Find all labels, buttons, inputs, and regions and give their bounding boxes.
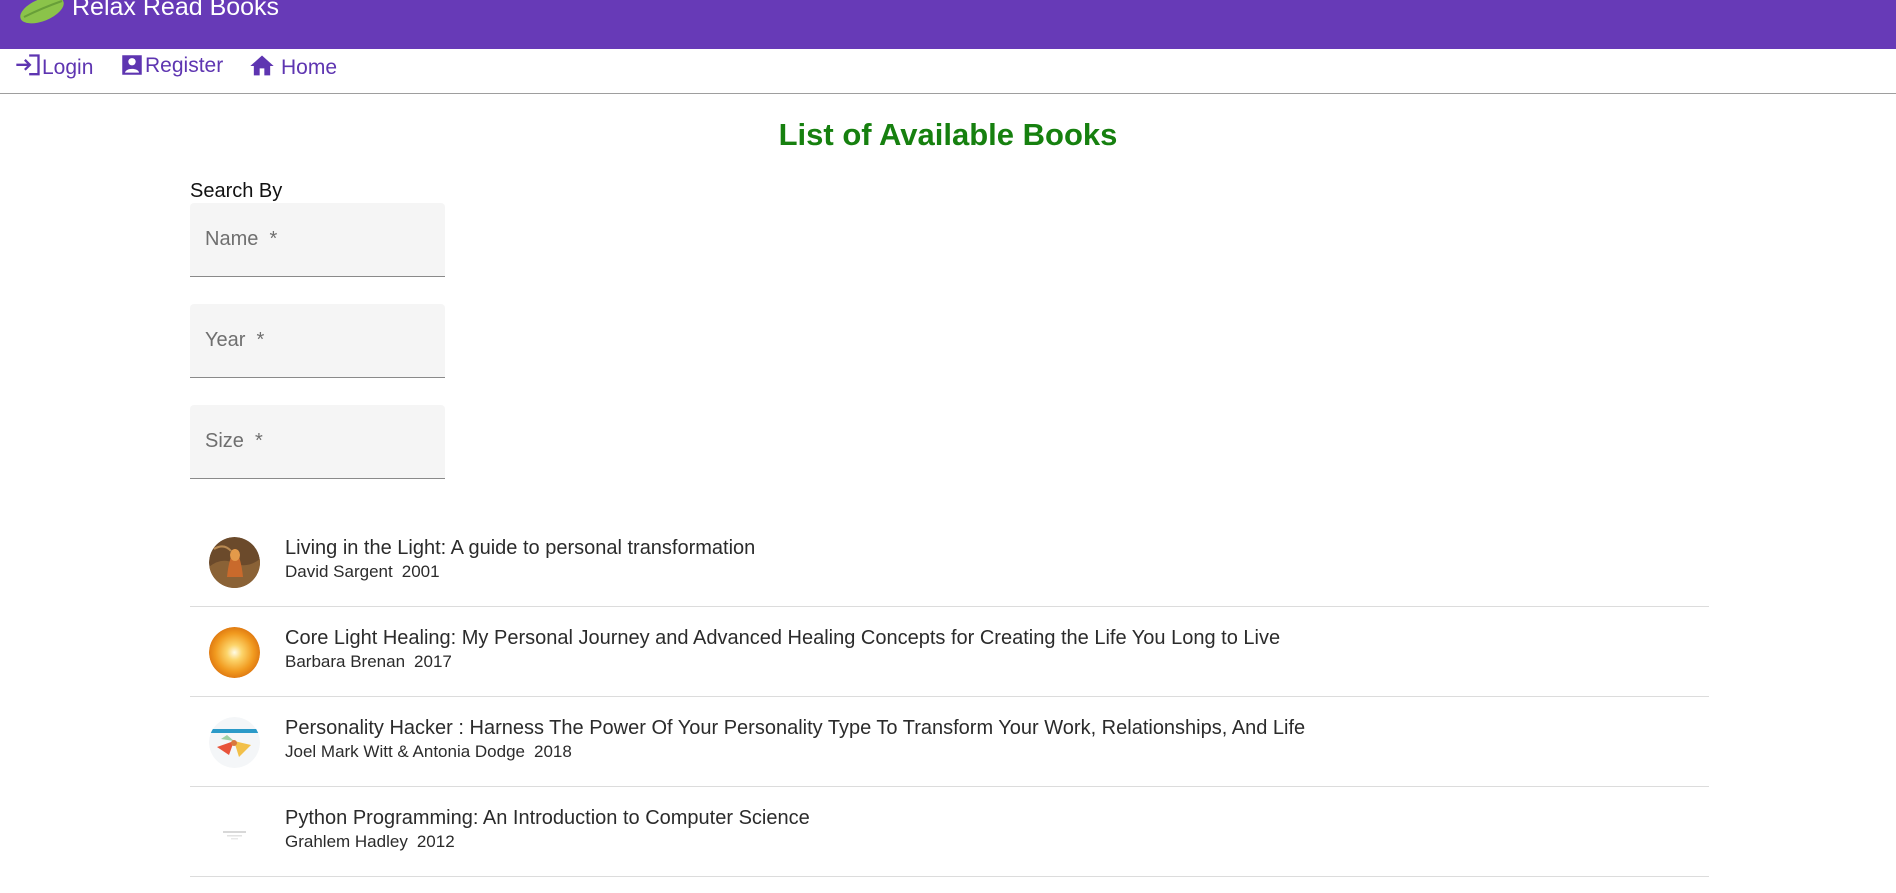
book-list-item[interactable]: Living in the Light: A guide to personal… [190,517,1709,607]
book-author: Grahlem Hadley [285,832,408,851]
home-link[interactable]: Home [247,52,337,80]
nav-bar: Login Register Home [0,49,1896,94]
book-title: Living in the Light: A guide to personal… [285,537,756,559]
book-year: 2017 [414,652,452,671]
book-list-item[interactable]: Python Programming: An Introduction to C… [190,787,1709,877]
book-list-item[interactable]: Core Light Healing: My Personal Journey … [190,607,1709,697]
login-label: Login [42,56,94,79]
book-meta: Barbara Brenan 2017 [285,652,452,672]
year-search-input[interactable] [190,304,445,377]
book-title: Python Programming: An Introduction to C… [285,807,810,829]
size-field[interactable] [190,405,445,479]
book-author: Barbara Brenan [285,652,406,671]
book-cover-living-in-the-light-icon [209,537,260,588]
brand[interactable]: Relax Read Books [18,0,279,24]
home-label: Home [281,56,338,79]
book-title: Personality Hacker : Harness The Power O… [285,717,1306,739]
app-header: Relax Read Books [0,0,1896,49]
book-year: 2018 [534,742,572,761]
search-by-label: Search By [190,180,283,202]
book-year: 2012 [416,832,455,851]
book-author: Joel Mark Witt & Antonia Dodge [285,742,526,761]
leaf-icon [20,0,64,24]
book-author: David Sargent [285,562,393,581]
book-cover-python-programming-icon [209,807,260,858]
book-cover-core-light-healing-icon [209,627,260,678]
home-icon [250,55,274,76]
size-search-input[interactable] [190,405,445,478]
name-field[interactable] [190,203,445,277]
book-meta: David Sargent 2001 [285,562,440,582]
book-title: Core Light Healing: My Personal Journey … [285,627,1281,649]
login-icon [16,54,40,76]
name-search-input[interactable] [190,203,445,276]
book-meta: Joel Mark Witt & Antonia Dodge 2018 [285,742,572,762]
book-list-item[interactable]: Personality Hacker : Harness The Power O… [190,697,1709,787]
book-list: Living in the Light: A guide to personal… [190,517,1709,877]
year-field[interactable] [190,304,445,378]
account-box-icon [122,55,142,75]
register-link[interactable]: Register [119,52,223,78]
register-label: Register [145,54,224,77]
page-title: List of Available Books [778,117,1118,152]
login-link[interactable]: Login [14,52,93,80]
app-title: Relax Read Books [72,0,280,21]
book-cover-personality-hacker-icon [209,717,260,768]
book-year: 2001 [401,562,440,581]
book-meta: Grahlem Hadley 2012 [285,832,455,852]
